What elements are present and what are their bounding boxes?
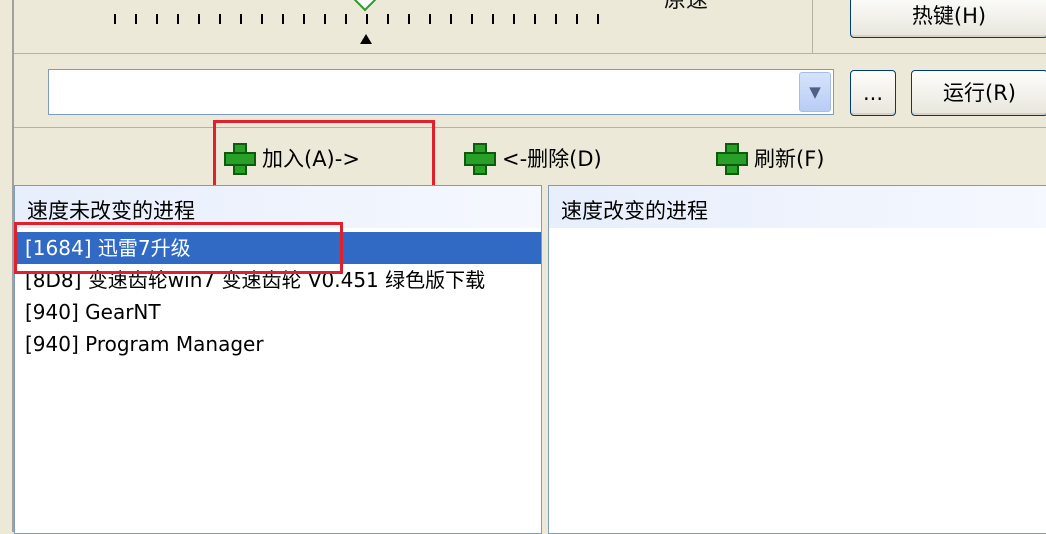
remove-button[interactable]: <-删除(D)	[462, 138, 602, 178]
divider	[812, 0, 813, 53]
annotation-highlight-box	[213, 120, 435, 190]
chevron-down-icon[interactable]: ▼	[799, 72, 831, 112]
divider	[14, 127, 1046, 128]
plus-icon	[462, 141, 496, 175]
list-item[interactable]: [940] Program Manager	[15, 328, 541, 360]
list-header: 速度改变的进程	[549, 186, 1046, 228]
slider-thumb[interactable]	[353, 0, 377, 12]
speed-slider-panel: 原速	[14, 0, 811, 54]
slider-pointer-icon	[360, 34, 372, 44]
speed-label: 原速	[664, 0, 709, 13]
list-item[interactable]: [940] GearNT	[15, 296, 541, 328]
divider	[14, 53, 1046, 54]
annotation-highlight-box	[14, 222, 343, 274]
window-left-border	[0, 0, 14, 532]
plus-icon	[714, 141, 748, 175]
remove-button-label: <-删除(D)	[502, 147, 602, 171]
refresh-button-label: 刷新(F)	[754, 147, 825, 171]
speed-gear-window: 原速 热键(H) ▼ ... 运行(R) 加入(A)-> <-删除(D) 刷新(…	[0, 0, 1046, 534]
slider-ticks	[114, 14, 614, 24]
run-button[interactable]: 运行(R)	[911, 70, 1046, 116]
process-combo[interactable]: ▼	[48, 69, 834, 115]
hotkey-button[interactable]: 热键(H)	[850, 0, 1046, 38]
browse-button[interactable]: ...	[850, 70, 896, 116]
changed-process-list[interactable]: 速度改变的进程	[548, 185, 1046, 534]
refresh-button[interactable]: 刷新(F)	[714, 138, 824, 178]
